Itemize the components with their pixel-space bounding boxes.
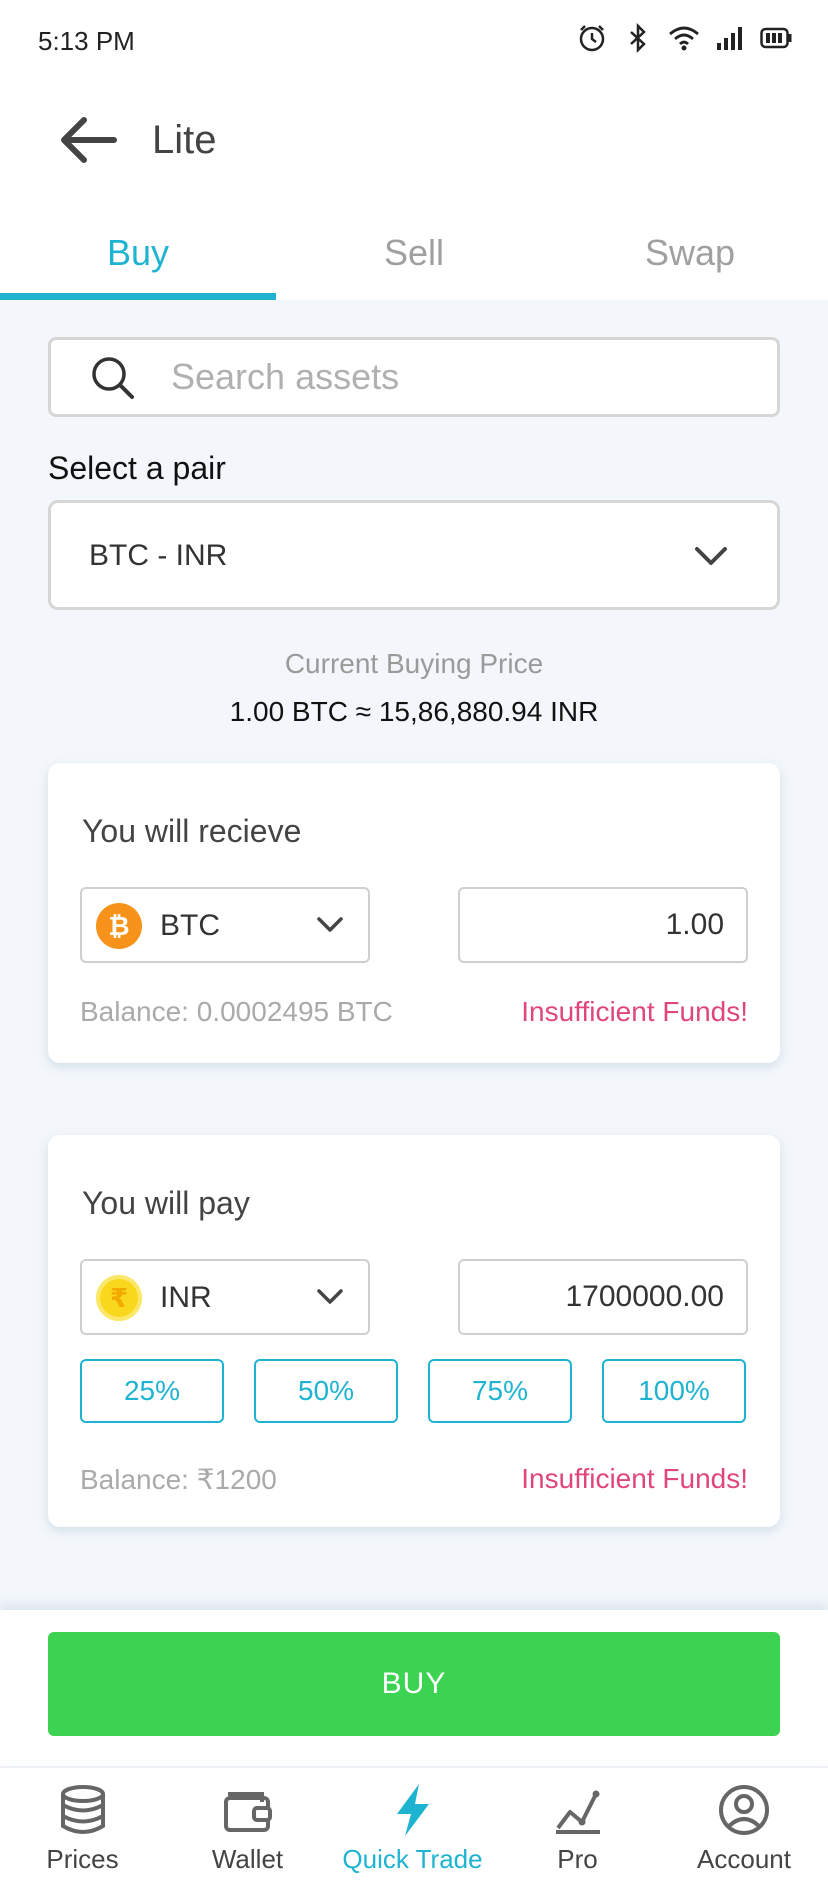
nav-label: Wallet [211, 1844, 284, 1874]
bottom-nav: Prices Wallet Quick Trade Pro Account [0, 1766, 828, 1880]
price-label: Current Buying Price [284, 648, 544, 679]
nav-quick-trade[interactable]: Quick Trade [330, 1768, 495, 1880]
chevron-down-icon [317, 917, 343, 932]
app-header: Lite [0, 80, 828, 200]
page-title: Lite [152, 118, 217, 162]
trade-tabs: Buy Sell Swap [0, 200, 828, 300]
receive-balance: Balance: 0.0002495 BTC [80, 996, 393, 1027]
tab-sell[interactable]: Sell [276, 200, 552, 300]
status-bar: 5:13 PM [0, 0, 828, 80]
pair-label: Select a pair [48, 450, 226, 486]
receive-title: You will recieve [82, 813, 302, 849]
pct-50-button[interactable]: 50% [254, 1359, 398, 1423]
wifi-icon [668, 22, 700, 54]
search-box[interactable] [48, 337, 780, 417]
receive-amount-input[interactable] [458, 887, 748, 963]
search-icon [92, 357, 134, 399]
percentage-buttons: 25% 50% 75% 100% [80, 1359, 748, 1423]
lightning-icon [396, 1784, 429, 1836]
pay-asset-dropdown[interactable]: ₹ INR [80, 1259, 370, 1335]
nav-label: Quick Trade [342, 1844, 483, 1874]
nav-label: Account [697, 1844, 791, 1874]
pay-warning: Insufficient Funds! [521, 1463, 748, 1494]
receive-card: You will recieve ₿ BTC Balance: 0.000249… [48, 763, 780, 1063]
user-circle-icon [719, 1785, 769, 1835]
database-icon [60, 1785, 105, 1834]
pair-dropdown[interactable]: BTC - INR [48, 500, 780, 610]
main-content: Select a pair BTC - INR Current Buying P… [0, 300, 828, 1610]
back-button[interactable] [56, 114, 120, 166]
chevron-down-icon [317, 1289, 343, 1304]
search-input[interactable] [171, 352, 751, 402]
buy-button[interactable]: BUY [48, 1632, 780, 1736]
status-time: 5:13 PM [38, 26, 135, 56]
nav-prices[interactable]: Prices [0, 1768, 165, 1880]
pay-asset-name: INR [160, 1281, 212, 1314]
pair-value: BTC - INR [89, 539, 228, 572]
nav-wallet[interactable]: Wallet [165, 1768, 330, 1880]
tab-swap[interactable]: Swap [552, 200, 828, 300]
price-value: 1.00 BTC ≈ 15,86,880.94 INR [229, 696, 599, 727]
nav-pro[interactable]: Pro [495, 1768, 660, 1880]
pct-25-button[interactable]: 25% [80, 1359, 224, 1423]
pct-75-button[interactable]: 75% [428, 1359, 572, 1423]
battery-icon [760, 22, 792, 54]
receive-asset-dropdown[interactable]: ₿ BTC [80, 887, 370, 963]
alarm-icon [576, 22, 608, 54]
pay-title: You will pay [82, 1185, 250, 1221]
bluetooth-icon [622, 22, 654, 54]
buy-area: BUY [0, 1610, 828, 1760]
nav-label: Pro [557, 1844, 598, 1874]
bitcoin-icon: ₿ [96, 903, 142, 949]
pay-card: You will pay ₹ INR 25% 50% 75% 100% Bala… [48, 1135, 780, 1527]
arrow-left-icon [61, 117, 117, 163]
nav-account[interactable]: Account [660, 1768, 828, 1880]
pay-amount-input[interactable] [458, 1259, 748, 1335]
signal-icon [714, 22, 746, 54]
receive-asset-name: BTC [160, 909, 220, 942]
pct-100-button[interactable]: 100% [602, 1359, 746, 1423]
tab-buy[interactable]: Buy [0, 200, 276, 300]
pay-balance: Balance: ₹1200 [80, 1464, 277, 1495]
status-icons [576, 22, 792, 54]
chart-line-icon [555, 1790, 600, 1834]
wallet-icon [223, 1792, 272, 1832]
nav-label: Prices [46, 1844, 119, 1874]
rupee-coin-icon: ₹ [96, 1275, 142, 1321]
receive-warning: Insufficient Funds! [521, 996, 748, 1027]
chevron-down-icon [695, 547, 727, 565]
